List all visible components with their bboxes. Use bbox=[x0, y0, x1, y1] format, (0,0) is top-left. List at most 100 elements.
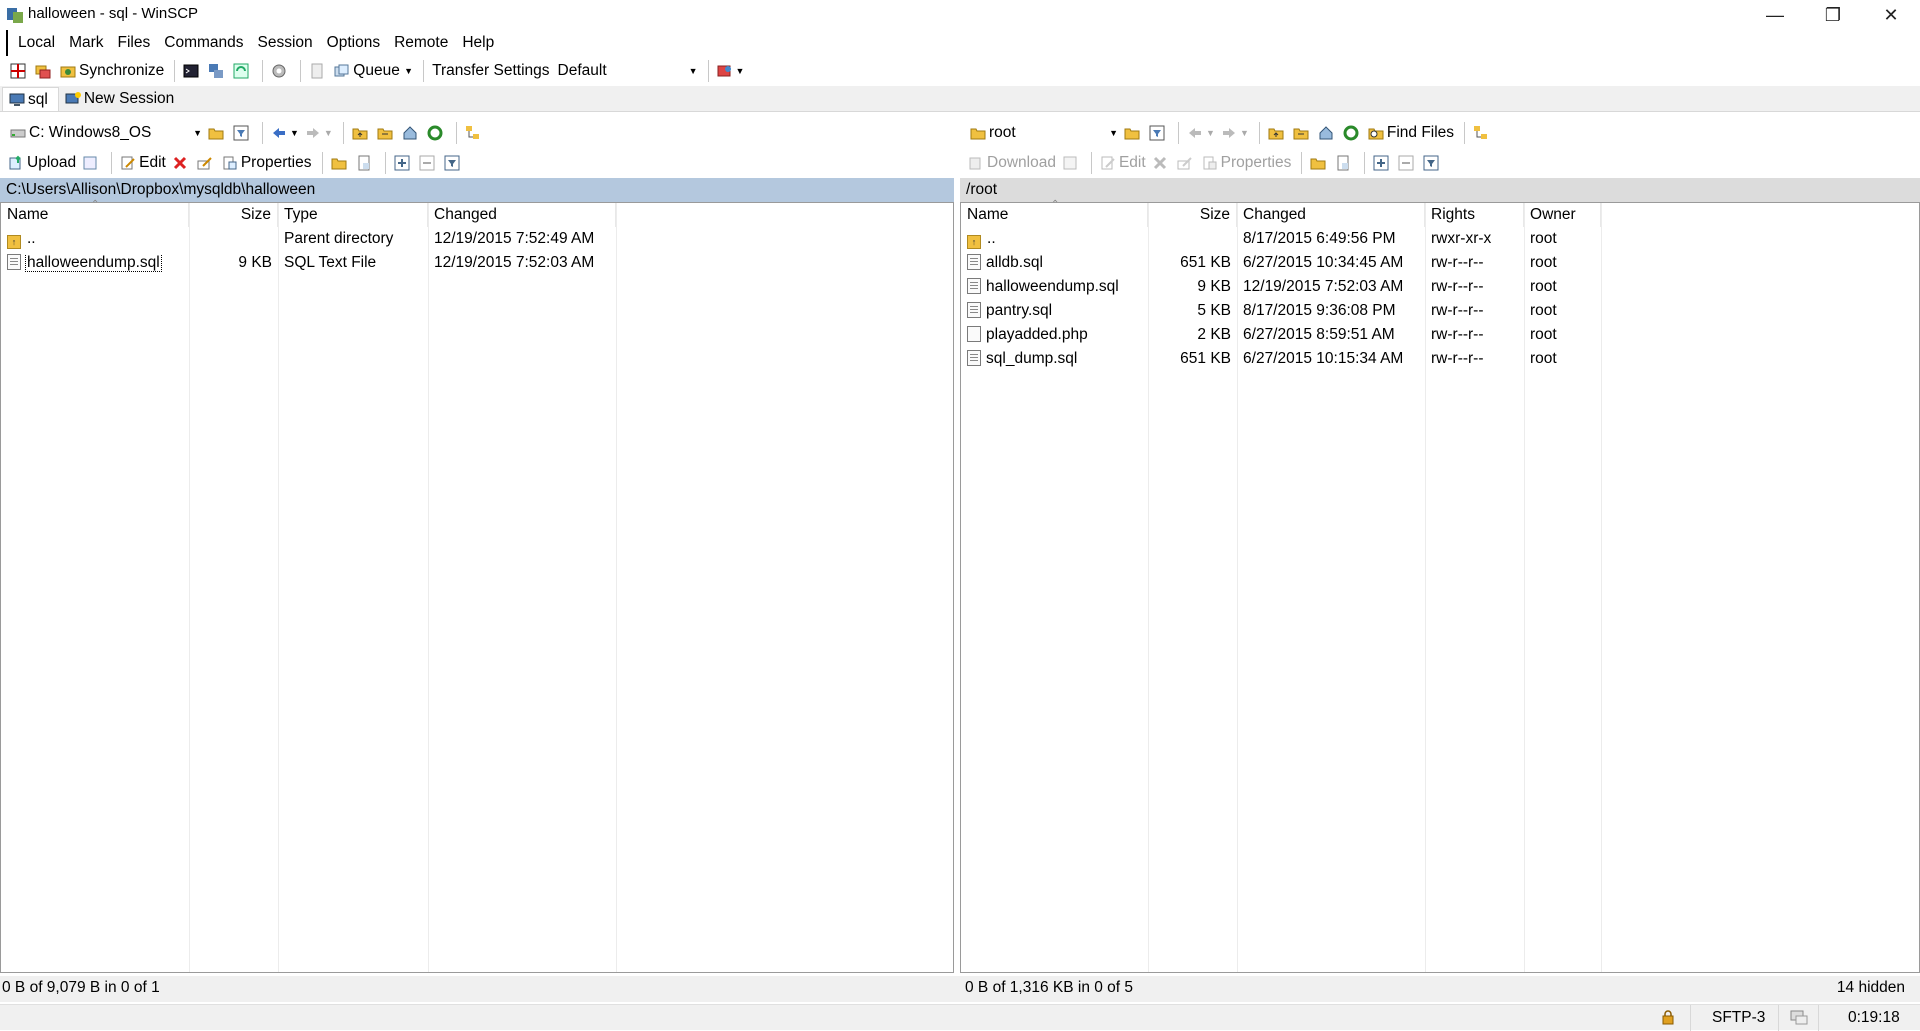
filter-icon bbox=[444, 155, 459, 171]
upload-options-button[interactable] bbox=[80, 150, 103, 176]
table-row[interactable]: halloweendump.sql 9 KB 12/19/2015 7:52:03 … bbox=[961, 275, 1919, 299]
rename-icon bbox=[197, 157, 212, 170]
table-row[interactable]: ↑.. 8/17/2015 6:49:56 PM rwxr-xr-x root bbox=[961, 227, 1919, 251]
menu-files[interactable]: Files bbox=[116, 31, 153, 55]
table-row[interactable]: pantry.sql 5 KB 8/17/2015 9:36:08 PM rw-r--… bbox=[961, 299, 1919, 323]
local-filter-select-button[interactable] bbox=[442, 150, 465, 176]
local-back-button[interactable]: ▼ bbox=[269, 120, 301, 146]
status-divider bbox=[1690, 1005, 1691, 1031]
remote-unselect-button[interactable] bbox=[1396, 150, 1419, 176]
remote-parent-dir-button[interactable] bbox=[1266, 120, 1289, 146]
find-files-button[interactable]: Find Files bbox=[1366, 120, 1456, 146]
preferences-button[interactable] bbox=[269, 58, 292, 84]
download-button[interactable]: Download bbox=[966, 150, 1058, 176]
table-row[interactable]: alldb.sql 651 KB 6/27/2015 10:34:45 AM rw-r… bbox=[961, 251, 1919, 275]
remote-home-button[interactable] bbox=[1316, 120, 1339, 146]
close-button[interactable]: ✕ bbox=[1862, 0, 1920, 30]
remote-back-button[interactable]: ▼ bbox=[1185, 120, 1217, 146]
local-status: 0 B of 9,079 B in 0 of 1 bbox=[2, 979, 160, 996]
menu-mark[interactable]: Mark bbox=[67, 31, 105, 55]
tab-sql[interactable]: sql bbox=[2, 87, 59, 111]
local-file-list[interactable]: ⌃ Name Size Type Changed ↑.. Parent direc… bbox=[0, 199, 955, 973]
local-root-dir-button[interactable] bbox=[375, 120, 398, 146]
remote-forward-button[interactable]: ▼ bbox=[1219, 120, 1251, 146]
remote-open-folder-button[interactable] bbox=[1122, 120, 1145, 146]
table-row[interactable]: ↑.. Parent directory 12/19/2015 7:52:49 … bbox=[1, 227, 953, 251]
remote-dir-select[interactable]: root ▼ bbox=[966, 122, 1123, 144]
local-new-folder-button[interactable] bbox=[329, 150, 352, 176]
local-open-folder-button[interactable] bbox=[206, 120, 229, 146]
menu-remote[interactable]: Remote bbox=[392, 31, 450, 55]
table-row[interactable]: halloweendump.sql 9 KB SQL Text File 12/… bbox=[1, 251, 953, 275]
remote-properties-button[interactable]: Properties bbox=[1200, 150, 1294, 176]
column-header-size[interactable]: Size bbox=[1148, 203, 1238, 227]
local-properties-button[interactable]: Properties bbox=[220, 150, 314, 176]
remote-refresh-button[interactable] bbox=[1341, 120, 1364, 146]
hidden-count[interactable]: 14 hidden bbox=[1743, 976, 1913, 1002]
local-new-file-button[interactable] bbox=[354, 150, 377, 176]
column-header-size[interactable]: Size bbox=[189, 203, 278, 227]
column-header-changed[interactable]: Changed bbox=[428, 203, 616, 227]
local-parent-dir-button[interactable] bbox=[350, 120, 373, 146]
restore-button[interactable]: ❐ bbox=[1804, 0, 1862, 30]
local-home-button[interactable] bbox=[400, 120, 423, 146]
column-header-name[interactable]: ⌃ Name bbox=[961, 199, 1149, 227]
upload-button[interactable]: Upload bbox=[6, 150, 78, 176]
table-row[interactable]: playadded.php 2 KB 6/27/2015 8:59:51 AM rw-… bbox=[961, 323, 1919, 347]
column-header-name[interactable]: ⌃ Name bbox=[1, 199, 189, 227]
column-header-type[interactable]: Type bbox=[278, 203, 428, 227]
local-tree-button[interactable] bbox=[463, 120, 486, 146]
synchronize-browsing-button[interactable] bbox=[33, 58, 56, 84]
remote-rename-button[interactable] bbox=[1175, 150, 1198, 176]
local-delete-button[interactable] bbox=[170, 150, 193, 176]
synchronize-button[interactable]: Synchronize bbox=[58, 58, 166, 84]
remote-filter-button[interactable] bbox=[1147, 120, 1170, 146]
remote-path-bar[interactable]: /root bbox=[960, 178, 1920, 202]
folders-sync-icon bbox=[35, 65, 51, 79]
menu-session[interactable]: Session bbox=[256, 31, 315, 55]
menu-commands[interactable]: Commands bbox=[162, 31, 245, 55]
local-edit-button[interactable]: Edit bbox=[118, 150, 168, 176]
window-title: halloween - sql - WinSCP bbox=[28, 5, 199, 22]
column-header-changed[interactable]: Changed bbox=[1237, 203, 1426, 227]
remote-edit-button[interactable]: Edit bbox=[1098, 150, 1148, 176]
remote-new-file-button[interactable] bbox=[1333, 150, 1356, 176]
menu-local[interactable]: Local bbox=[16, 31, 57, 55]
local-rename-button[interactable] bbox=[195, 150, 218, 176]
local-forward-button[interactable]: ▼ bbox=[303, 120, 335, 146]
console-button[interactable] bbox=[181, 58, 204, 84]
remote-file-list[interactable]: ⌃ Name Size Changed Rights Owner ↑.. 8/17/… bbox=[960, 199, 1920, 973]
transfer-settings-select[interactable]: Default ▼ bbox=[553, 60, 702, 82]
remote-tree-button[interactable] bbox=[1471, 120, 1494, 146]
transfer-options-button[interactable]: ▼ bbox=[715, 58, 747, 84]
local-refresh-button[interactable] bbox=[425, 120, 448, 146]
local-path-bar[interactable]: C:\Users\Allison\Dropbox\mysqldb\hallowe… bbox=[0, 178, 955, 202]
local-drive-select[interactable]: C: Windows8_OS ▼ bbox=[6, 122, 206, 144]
download-options-button[interactable] bbox=[1060, 150, 1083, 176]
queue-button[interactable]: Queue ▼ bbox=[332, 58, 415, 84]
column-header-rights[interactable]: Rights bbox=[1425, 203, 1525, 227]
local-filter-button[interactable] bbox=[231, 120, 254, 146]
remote-new-folder-button[interactable] bbox=[1308, 150, 1331, 176]
column-divider bbox=[189, 203, 190, 972]
local-unselect-button[interactable] bbox=[417, 150, 440, 176]
upload-options-icon bbox=[83, 156, 97, 170]
remote-select-all-button[interactable] bbox=[1371, 150, 1394, 176]
menu-options[interactable]: Options bbox=[325, 31, 382, 55]
sql-file-icon bbox=[7, 254, 21, 270]
putty-button[interactable] bbox=[206, 58, 229, 84]
column-divider bbox=[1237, 203, 1239, 972]
local-select-all-button[interactable] bbox=[392, 150, 415, 176]
menu-help[interactable]: Help bbox=[460, 31, 496, 55]
minimize-button[interactable]: — bbox=[1746, 0, 1804, 30]
compare-directories-button[interactable] bbox=[8, 58, 31, 84]
tab-new-session[interactable]: New Session bbox=[59, 87, 184, 111]
remote-delete-button[interactable] bbox=[1150, 150, 1173, 176]
remote-filter-select-button[interactable] bbox=[1421, 150, 1444, 176]
queue-list-button[interactable] bbox=[307, 58, 330, 84]
column-header-owner[interactable]: Owner bbox=[1524, 203, 1602, 227]
remote-root-dir-button[interactable] bbox=[1291, 120, 1314, 146]
refresh-sync-button[interactable] bbox=[231, 58, 254, 84]
properties-icon bbox=[223, 156, 237, 170]
table-row[interactable]: sql_dump.sql 651 KB 6/27/2015 10:15:34 AM r… bbox=[961, 347, 1919, 371]
